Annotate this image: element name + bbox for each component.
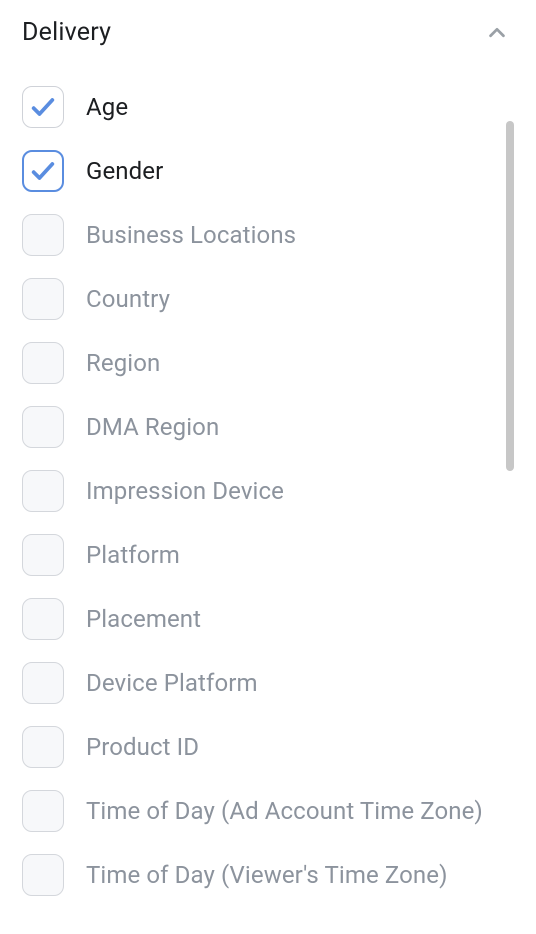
option-row[interactable]: Impression Device [22, 459, 514, 523]
chevron-up-icon [486, 22, 508, 44]
option-label: Platform [86, 540, 180, 570]
checkbox[interactable] [22, 150, 64, 192]
checkbox[interactable] [22, 854, 64, 896]
option-row[interactable]: Placement [22, 587, 514, 651]
checkbox[interactable] [22, 86, 64, 128]
options-list: Age Gender Business Locations Country Region… [22, 75, 514, 934]
option-label: Time of Day (Ad Account Time Zone) [86, 796, 483, 826]
section-title: Delivery [22, 18, 111, 47]
scrollbar[interactable] [506, 121, 514, 471]
checkbox[interactable] [22, 214, 64, 256]
checkbox[interactable] [22, 790, 64, 832]
checkbox[interactable] [22, 278, 64, 320]
option-label: Impression Device [86, 476, 284, 506]
option-label: Country [86, 284, 170, 314]
checkbox[interactable] [22, 342, 64, 384]
option-row[interactable]: Gender [22, 139, 514, 203]
option-row[interactable]: Country [22, 267, 514, 331]
option-row[interactable]: Business Locations [22, 203, 514, 267]
option-label: Time of Day (Viewer's Time Zone) [86, 860, 448, 890]
option-label: Gender [86, 156, 163, 186]
option-row[interactable]: Product ID [22, 715, 514, 779]
option-label: Device Platform [86, 668, 258, 698]
checkbox[interactable] [22, 662, 64, 704]
section-header-delivery[interactable]: Delivery [22, 18, 514, 47]
option-label: Business Locations [86, 220, 296, 250]
option-row[interactable]: Age [22, 75, 514, 139]
option-row[interactable]: Platform [22, 523, 514, 587]
option-label: DMA Region [86, 412, 219, 442]
checkbox[interactable] [22, 534, 64, 576]
option-label: Placement [86, 604, 201, 634]
option-label: Region [86, 348, 160, 378]
option-row[interactable]: Device Platform [22, 651, 514, 715]
option-label: Product ID [86, 732, 199, 762]
checkbox[interactable] [22, 406, 64, 448]
option-row[interactable]: Region [22, 331, 514, 395]
option-row[interactable]: Time of Day (Ad Account Time Zone) [22, 779, 514, 843]
checkbox[interactable] [22, 598, 64, 640]
option-row[interactable]: DMA Region [22, 395, 514, 459]
checkbox[interactable] [22, 726, 64, 768]
checkbox[interactable] [22, 470, 64, 512]
option-row[interactable]: Time of Day (Viewer's Time Zone) [22, 843, 514, 907]
option-label: Age [86, 92, 128, 122]
